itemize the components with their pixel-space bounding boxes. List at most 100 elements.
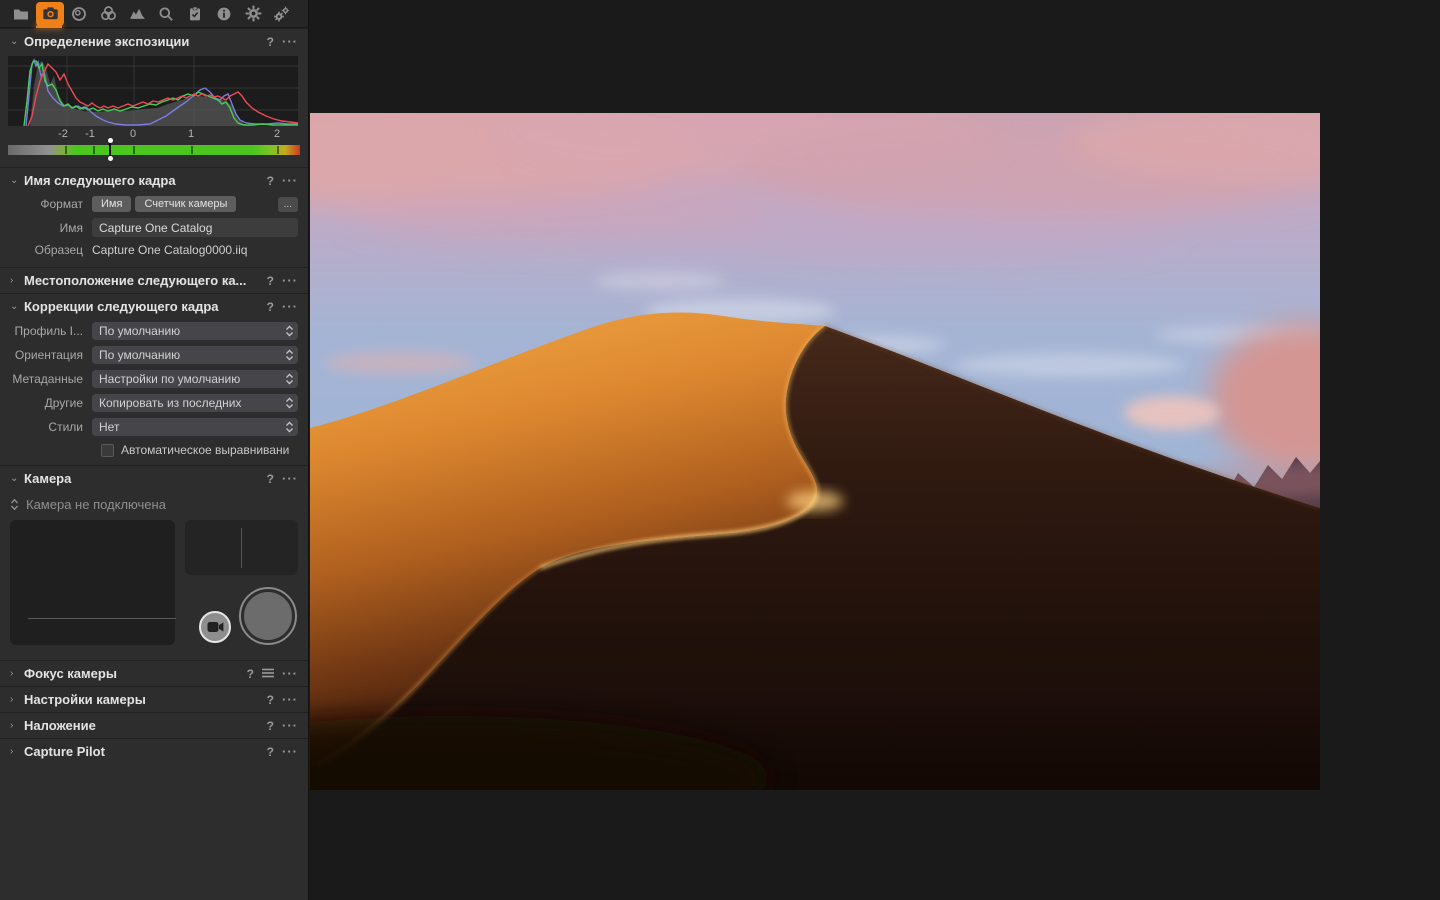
location-panel-header[interactable]: › Местоположение следующего ка... ? ··· — [0, 268, 308, 293]
help-button[interactable]: ? — [267, 300, 274, 314]
metadata-tab[interactable] — [181, 2, 209, 26]
panel-menu-button[interactable]: ··· — [282, 34, 298, 49]
panel-menu-button[interactable]: ··· — [282, 666, 298, 681]
live-view-button[interactable] — [199, 611, 231, 643]
settings-tab[interactable] — [239, 2, 267, 26]
panel-camera: ⌄ Камера ? ··· Камера не подключена — [0, 465, 308, 660]
help-button[interactable]: ? — [267, 35, 274, 49]
settings-panel-header[interactable]: › Настройки камеры ? ··· — [0, 687, 308, 712]
icc-profile-dropdown[interactable]: По умолчанию — [92, 322, 298, 340]
dropdown-value: По умолчанию — [99, 324, 285, 338]
format-token-name[interactable]: Имя — [92, 196, 131, 212]
panel-title: Настройки камеры — [24, 692, 259, 707]
help-button[interactable]: ? — [267, 745, 274, 759]
details-tab[interactable] — [152, 2, 180, 26]
photo-mojave-dune — [310, 113, 1320, 790]
panel-title: Коррекции следующего кадра — [24, 299, 259, 314]
panel-menu-button[interactable]: ··· — [282, 299, 298, 314]
stepper-icon — [285, 325, 294, 337]
exposure-meter-bar[interactable] — [8, 145, 300, 155]
help-button[interactable]: ? — [267, 274, 274, 288]
panel-exposure-evaluation: ⌄ Определение экспозиции ? ··· -2-1012 — [0, 28, 308, 155]
format-more-button[interactable]: ... — [278, 197, 298, 212]
exposure-panel-header[interactable]: ⌄ Определение экспозиции ? ··· — [0, 29, 308, 54]
adjustments-panel-header[interactable]: ⌄ Коррекции следующего кадра ? ··· — [0, 294, 308, 319]
focus-panel-header[interactable]: › Фокус камеры ? ··· — [0, 661, 308, 686]
dropdown-value: Настройки по умолчанию — [99, 372, 285, 386]
chevron-right-icon: › — [10, 276, 24, 286]
format-token-camera-counter[interactable]: Счетчик камеры — [135, 196, 236, 212]
dropdown-value: Нет — [99, 420, 285, 434]
stepper-icon — [285, 397, 294, 409]
process-tab[interactable] — [268, 2, 296, 26]
shutter-inner-circle — [244, 592, 292, 640]
exposure-dial-needle — [241, 528, 242, 568]
camera-panel-header[interactable]: ⌄ Камера ? ··· — [0, 466, 308, 491]
color-tab[interactable] — [94, 2, 122, 26]
video-camera-icon — [207, 621, 224, 633]
exposure-marker-dot — [108, 138, 113, 143]
sample-filename: Capture One Catalog0000.iiq — [92, 243, 247, 257]
panel-menu-button[interactable]: ··· — [282, 718, 298, 733]
capture-tab[interactable] — [36, 2, 64, 26]
exposure-dial-display — [185, 520, 298, 575]
format-label: Формат — [0, 197, 92, 211]
list-menu-icon[interactable] — [262, 667, 274, 681]
meter-tick — [65, 146, 67, 154]
panel-camera-settings: › Настройки камеры ? ··· — [0, 686, 308, 712]
exposure-marker[interactable] — [109, 143, 111, 157]
exposure-scale-labels: -2-1012 — [8, 128, 300, 143]
tool-tabs-toolbar — [0, 0, 308, 28]
library-tab[interactable] — [7, 2, 35, 26]
help-button[interactable]: ? — [267, 174, 274, 188]
stepper-icon — [285, 349, 294, 361]
other-label: Другие — [0, 396, 92, 410]
panel-menu-button[interactable]: ··· — [282, 173, 298, 188]
other-dropdown[interactable]: Копировать из последних — [92, 394, 298, 412]
metadata-label: Метаданные — [0, 372, 92, 386]
panel-menu-button[interactable]: ··· — [282, 692, 298, 707]
chevron-right-icon: › — [10, 695, 24, 705]
next-capture-name-input[interactable] — [92, 218, 298, 237]
panel-menu-button[interactable]: ··· — [282, 471, 298, 486]
info-tab[interactable] — [210, 2, 238, 26]
histogram — [8, 56, 300, 126]
meter-tick — [191, 146, 193, 154]
meter-tick — [133, 146, 135, 154]
stepper-icon — [285, 373, 294, 385]
help-button[interactable]: ? — [267, 693, 274, 707]
ev-label: 1 — [188, 128, 194, 140]
capture-pilot-panel-header[interactable]: › Capture Pilot ? ··· — [0, 739, 308, 764]
metadata-dropdown[interactable]: Настройки по умолчанию — [92, 370, 298, 388]
tools-sidebar: ⌄ Определение экспозиции ? ··· -2-1012 ⌄… — [0, 0, 309, 900]
styles-dropdown[interactable]: Нет — [92, 418, 298, 436]
ev-label: 0 — [130, 128, 136, 140]
help-button[interactable]: ? — [247, 667, 254, 681]
name-label: Имя — [0, 221, 92, 235]
chevron-right-icon: › — [10, 721, 24, 731]
overlay-panel-header[interactable]: › Наложение ? ··· — [0, 713, 308, 738]
meter-tick — [93, 146, 95, 154]
sample-label: Образец — [0, 243, 92, 257]
help-button[interactable]: ? — [267, 719, 274, 733]
auto-align-checkbox[interactable] — [101, 444, 114, 457]
capture-shutter-button[interactable] — [239, 587, 297, 645]
ev-label: -1 — [85, 128, 95, 140]
ev-label: -2 — [58, 128, 68, 140]
panel-title: Местоположение следующего ка... — [24, 273, 259, 288]
camera-selector[interactable]: Камера не подключена — [0, 491, 308, 516]
panel-menu-button[interactable]: ··· — [282, 273, 298, 288]
exposure-tab[interactable] — [123, 2, 151, 26]
styles-label: Стили — [0, 420, 92, 434]
lens-tab[interactable] — [65, 2, 93, 26]
chevron-down-icon: ⌄ — [10, 474, 24, 484]
panel-next-capture-naming: ⌄ Имя следующего кадра ? ··· Формат Имя … — [0, 167, 308, 267]
exposure-marker-dot — [108, 156, 113, 161]
auto-align-label: Автоматическое выравнивани — [121, 443, 289, 457]
help-button[interactable]: ? — [267, 472, 274, 486]
chevron-right-icon: › — [10, 747, 24, 757]
orientation-dropdown[interactable]: По умолчанию — [92, 346, 298, 364]
panel-menu-button[interactable]: ··· — [282, 744, 298, 759]
magnifier-icon — [158, 6, 174, 22]
naming-panel-header[interactable]: ⌄ Имя следующего кадра ? ··· — [0, 168, 308, 193]
